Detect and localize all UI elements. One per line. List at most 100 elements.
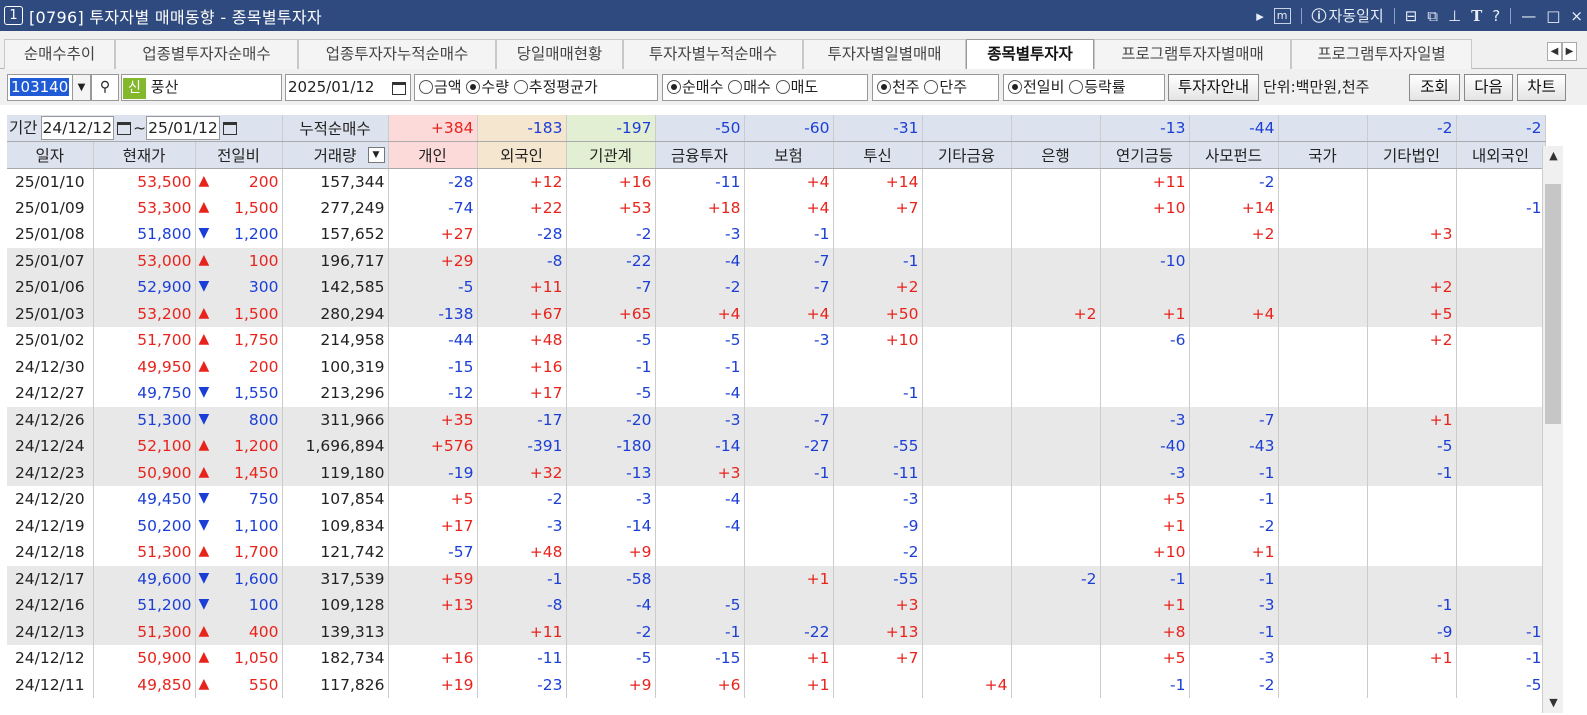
column-header[interactable]: 기관계 [566,141,656,169]
radio-quantity[interactable]: 수량 [466,78,509,96]
tab-daily-trading[interactable]: 당일매매현황 [496,39,623,69]
column-header[interactable]: 내외국인 [1456,141,1546,169]
close-icon[interactable]: × [1570,7,1583,25]
table-row[interactable]: 25/01/03 53,200 ▲ 1,500 280,294 -138 +67 +65 +4 +… [7,300,1546,327]
tab-program-daily[interactable]: 프로그램투자자일별 [1291,39,1472,69]
tab-investor-daily[interactable]: 투자자별일별매매 [803,39,966,69]
vertical-scrollbar[interactable]: ▲ ▼ [1542,146,1563,713]
column-header[interactable]: 일자 [7,141,94,169]
down-arrow-icon: ▼ [198,384,210,401]
radio-avg-price[interactable]: 추정평균가 [513,78,598,96]
tab-prev-icon[interactable]: ◀ [1547,42,1562,61]
period-from-input[interactable]: 24/12/12 [40,116,115,140]
date-cell: 25/01/10 [7,168,94,195]
radio-change-rate[interactable]: 등락률 [1069,78,1126,96]
radio-prev-day[interactable]: 전일비 [1008,78,1064,96]
column-header[interactable]: 연기금등 [1100,141,1190,169]
table-row[interactable]: 24/12/26 51,300 ▼ 800 311,966 +35 -17 -20 -3 -7 -3… [7,406,1546,433]
investor-guide-button[interactable]: 투자자안내 [1168,74,1259,101]
layout-icon[interactable]: ⊟ [1405,7,1418,25]
column-header[interactable]: 국가 [1278,141,1368,169]
play-icon[interactable]: ▸ [1256,7,1264,25]
tab-next-icon[interactable]: ▶ [1562,42,1577,61]
search-icon[interactable]: ⚲ [91,74,119,101]
memo-icon[interactable]: m [1273,7,1291,24]
tab-sector-investor-net[interactable]: 업종별투자자순매수 [115,39,298,69]
stock-name-field[interactable]: 신 풍산 [121,74,282,101]
scroll-thumb[interactable] [1545,184,1561,424]
table-row[interactable]: 24/12/19 50,200 ▼ 1,100 109,834 +17 -3 -14 -4 -9 +… [7,512,1546,539]
column-header[interactable]: 기타금융 [922,141,1012,169]
table-row[interactable]: 24/12/24 52,100 ▲ 1,200 1,696,894 +576 -391 -18… [7,433,1546,460]
column-header[interactable]: 현재가 [93,141,196,169]
tab-stock-investor[interactable]: 종목별투자자 [966,39,1094,70]
radio-single-shares[interactable]: 단주 [924,78,967,96]
up-arrow-icon: ▲ [198,331,210,348]
table-row[interactable]: 24/12/18 51,300 ▲ 1,700 121,742 -57 +48 +9 -2 +10… [7,539,1546,566]
maximize-icon[interactable]: □ [1546,7,1560,25]
table-row[interactable]: 24/12/23 50,900 ▲ 1,450 119,180 -19 +32 -13 +3 -1… [7,459,1546,486]
table-row[interactable]: 24/12/13 51,300 ▲ 400 139,313 +11 -2 -1 -22 +13 +8… [7,618,1546,645]
copy-window-icon[interactable]: ⧉ [1427,7,1438,25]
investor-cell [922,486,1012,513]
tab-net-buy-trend[interactable]: 순매수추이 [4,39,115,69]
sort-dropdown-icon[interactable]: ▼ [367,147,385,163]
column-header[interactable]: 보험 [744,141,834,169]
column-header[interactable]: 전일비 [195,141,283,169]
table-row[interactable]: 24/12/11 49,850 ▲ 550 117,826 +19 -23 +9 +6 +1 +4 -… [7,671,1546,698]
table-row[interactable]: 24/12/17 49,600 ▼ 1,600 317,539 +59 -1 -58 +1 -55… [7,565,1546,592]
column-header[interactable]: 기타법인 [1367,141,1457,169]
calendar-icon[interactable] [117,122,132,135]
calendar-icon[interactable] [222,122,237,135]
column-header[interactable]: 거래량 ▼ [282,141,389,169]
chevron-down-icon[interactable]: ▼ [72,75,90,100]
scroll-down-icon[interactable]: ▼ [1543,693,1564,713]
period-to-input[interactable]: 25/01/12 [146,116,220,140]
column-header[interactable]: 투신 [833,141,923,169]
table-row[interactable]: 25/01/09 53,300 ▲ 1,500 277,249 -74 +22 +53 +18 +… [7,194,1546,221]
scroll-up-icon[interactable]: ▲ [1543,146,1564,166]
table-row[interactable]: 24/12/20 49,450 ▼ 750 107,854 +5 -2 -3 -4 -3 +5 -1 [7,486,1546,513]
table-row[interactable]: 24/12/12 50,900 ▲ 1,050 182,734 +16 -11 -5 -15 +1… [7,645,1546,672]
investor-cell [1189,353,1279,380]
column-header[interactable]: 개인 [388,141,478,169]
font-icon[interactable]: T [1471,7,1482,25]
investor-cell: -180 [566,433,656,460]
investor-cell [1456,512,1546,539]
alert-icon[interactable]: ⓘ [1312,5,1327,26]
column-header[interactable]: 은행 [1011,141,1101,169]
table-row[interactable]: 25/01/10 53,500 ▲ 200 157,344 -28 +12 +16 -11 +4 +… [7,168,1546,195]
table-row[interactable]: 25/01/02 51,700 ▲ 1,750 214,958 -44 +48 -5 -5 -3 +… [7,327,1546,354]
minimize-icon[interactable]: — [1521,7,1536,25]
radio-amount[interactable]: 금액 [419,78,462,96]
radio-sell[interactable]: 매도 [775,78,818,96]
table-row[interactable]: 24/12/16 51,200 ▼ 100 109,128 +13 -8 -4 -5 +3 +1 -3… [7,592,1546,619]
help-icon[interactable]: ? [1492,7,1500,25]
search-button[interactable]: 조회 [1409,74,1460,101]
column-header[interactable]: 외국인 [477,141,567,169]
table-row[interactable]: 25/01/07 53,000 ▲ 100 196,717 +29 -8 -22 -4 -7 -1 -… [7,247,1546,274]
table-row[interactable]: 25/01/08 51,800 ▼ 1,200 157,652 +27 -28 -2 -3 -1 +… [7,221,1546,248]
tab-investor-cum[interactable]: 투자자별누적순매수 [623,39,803,69]
stock-code-input[interactable]: 103140 ▼ [7,74,91,101]
column-header[interactable]: 사모펀드 [1189,141,1279,169]
auto-log-link[interactable]: 자동일지 [1329,5,1384,26]
date-cell: 25/01/03 [7,300,94,327]
pin-icon[interactable]: ⊥ [1448,7,1461,25]
radio-thousand-shares[interactable]: 천주 [877,78,920,96]
change-cell: ▼ 750 [195,486,283,513]
tab-program-investor[interactable]: 프로그램투자자별매매 [1094,39,1291,69]
date-input[interactable]: 2025/01/12 [285,74,411,101]
next-button[interactable]: 다음 [1464,74,1513,101]
investor-cell: +11 [477,618,567,645]
radio-buy[interactable]: 매수 [728,78,771,96]
calendar-icon[interactable] [392,76,406,100]
column-header[interactable]: 금융투자 [655,141,745,169]
radio-net-buy[interactable]: 순매수 [667,78,723,96]
table-row[interactable]: 24/12/27 49,750 ▼ 1,550 213,296 -12 +17 -5 -4 -1 [7,380,1546,407]
tab-sector-investor-cum[interactable]: 업종투자자누적순매수 [298,39,496,69]
date-cell: 24/12/26 [7,406,94,433]
table-row[interactable]: 25/01/06 52,900 ▼ 300 142,585 -5 +11 -7 -2 -7 +2 +2 [7,274,1546,301]
chart-button[interactable]: 차트 [1517,74,1566,101]
table-row[interactable]: 24/12/30 49,950 ▲ 200 100,319 -15 +16 -1 -1 [7,353,1546,380]
